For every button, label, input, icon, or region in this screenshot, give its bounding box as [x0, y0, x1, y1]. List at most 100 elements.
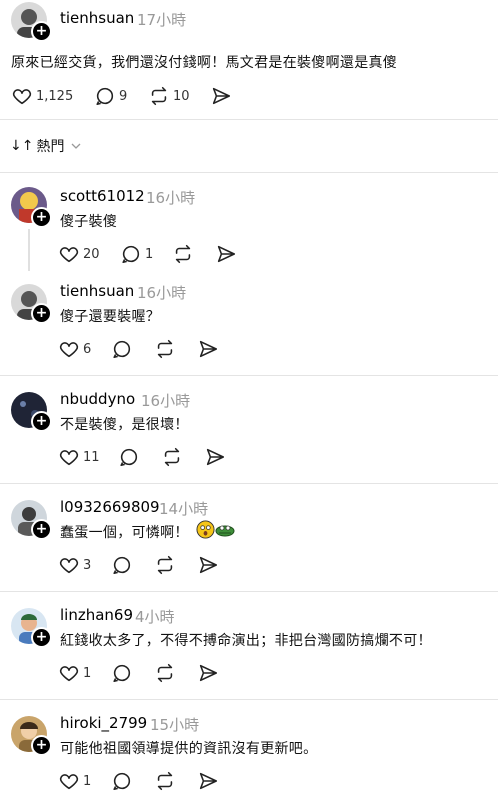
comment-count: 9 — [119, 88, 128, 104]
like-count: 6 — [83, 341, 92, 357]
share-button[interactable] — [197, 769, 219, 793]
divider — [0, 591, 498, 592]
repost-button[interactable] — [154, 769, 176, 793]
follow-plus-icon[interactable]: + — [31, 519, 52, 540]
comment-icon — [113, 340, 131, 359]
timestamp: 16小時 — [137, 284, 187, 302]
like-count: 20 — [83, 246, 100, 262]
repost-button[interactable]: 10 — [148, 84, 190, 108]
shocked-face-emoji-icon — [196, 520, 215, 543]
divider — [0, 172, 498, 173]
repost-icon — [151, 86, 167, 106]
heart-icon — [59, 666, 79, 682]
like-count: 1 — [83, 773, 92, 789]
comment-button[interactable] — [118, 445, 140, 469]
sort-arrows-icon: ↓↑ — [10, 138, 34, 154]
chevron-down-icon — [72, 143, 81, 149]
like-count: 3 — [83, 557, 92, 573]
repost-icon — [157, 339, 173, 359]
follow-plus-icon[interactable]: + — [31, 303, 52, 324]
comment-button[interactable] — [111, 769, 133, 793]
share-button[interactable] — [210, 84, 232, 108]
reply-text: 蠢蛋一個，可憐啊！ — [60, 525, 189, 541]
repost-button[interactable] — [172, 242, 194, 266]
follow-plus-icon[interactable]: + — [31, 735, 52, 756]
comment-button[interactable]: 1 — [120, 242, 153, 266]
like-count: 11 — [83, 449, 100, 465]
like-count: 1 — [83, 665, 92, 681]
like-button[interactable]: 1,125 — [11, 84, 73, 108]
divider — [0, 375, 498, 376]
timestamp: 4小時 — [135, 608, 175, 626]
username[interactable]: scott61012 — [60, 187, 145, 205]
comment-button[interactable] — [111, 553, 133, 577]
like-count: 1,125 — [36, 88, 74, 104]
username[interactable]: hiroki_2799 — [60, 714, 147, 732]
comment-icon — [113, 556, 131, 575]
timestamp: 17小時 — [137, 11, 187, 29]
username[interactable]: l0932669809 — [60, 498, 160, 516]
share-button[interactable] — [197, 337, 219, 361]
send-icon — [199, 772, 218, 790]
timestamp: 16小時 — [146, 189, 196, 207]
timestamp: 14小時 — [159, 500, 209, 518]
divider — [0, 699, 498, 700]
repost-button[interactable] — [161, 445, 183, 469]
comment-icon — [122, 245, 140, 264]
divider — [0, 483, 498, 484]
comment-button[interactable] — [111, 337, 133, 361]
username[interactable]: nbuddyno — [60, 390, 135, 408]
like-button[interactable]: 3 — [58, 553, 91, 577]
divider — [0, 119, 498, 120]
share-button[interactable] — [204, 445, 226, 469]
comment-count: 1 — [145, 246, 154, 262]
like-button[interactable]: 1 — [58, 769, 91, 793]
heart-icon — [12, 89, 32, 105]
heart-icon — [59, 558, 79, 574]
send-icon — [199, 556, 218, 574]
comment-icon — [120, 448, 138, 467]
send-icon — [217, 245, 236, 263]
repost-button[interactable] — [154, 337, 176, 361]
like-button[interactable]: 11 — [58, 445, 100, 469]
follow-plus-icon[interactable]: + — [31, 21, 52, 42]
send-icon — [206, 448, 225, 466]
heart-icon — [59, 450, 79, 466]
follow-plus-icon[interactable]: + — [31, 627, 52, 648]
repost-icon — [157, 663, 173, 683]
repost-icon — [164, 447, 180, 467]
timestamp: 16小時 — [141, 392, 191, 410]
share-button[interactable] — [215, 242, 237, 266]
heart-icon — [59, 774, 79, 790]
crocodile-emoji-icon — [215, 522, 235, 542]
username[interactable]: tienhsuan — [60, 9, 134, 27]
comment-button[interactable] — [111, 661, 133, 685]
sort-label: 熱門 — [36, 139, 65, 155]
comment-icon — [113, 664, 131, 683]
share-button[interactable] — [197, 661, 219, 685]
like-button[interactable]: 1 — [58, 661, 91, 685]
share-button[interactable] — [197, 553, 219, 577]
send-icon — [199, 340, 218, 358]
like-button[interactable]: 20 — [58, 242, 100, 266]
post-text: 原來已經交貨，我們還沒付錢啊！馬文君是在裝傻啊還是真傻 — [11, 55, 398, 71]
repost-icon — [175, 244, 191, 264]
repost-icon — [157, 555, 173, 575]
reply-text: 傻子裝傻 — [60, 214, 118, 230]
repost-button[interactable] — [154, 661, 176, 685]
timestamp: 15小時 — [150, 716, 200, 734]
send-icon — [212, 87, 231, 105]
comment-icon — [96, 87, 114, 106]
send-icon — [199, 664, 218, 682]
username[interactable]: linzhan69 — [60, 606, 133, 624]
follow-plus-icon[interactable]: + — [31, 207, 52, 228]
repost-icon — [157, 771, 173, 791]
follow-plus-icon[interactable]: + — [31, 411, 52, 432]
reply-text: 傻子還要裝喔？ — [60, 309, 161, 325]
username[interactable]: tienhsuan — [60, 282, 134, 300]
sort-dropdown[interactable]: ↓↑ 熱門 — [10, 136, 82, 156]
comment-button[interactable]: 9 — [94, 84, 127, 108]
heart-icon — [59, 247, 79, 263]
repost-button[interactable] — [154, 553, 176, 577]
like-button[interactable]: 6 — [58, 337, 91, 361]
